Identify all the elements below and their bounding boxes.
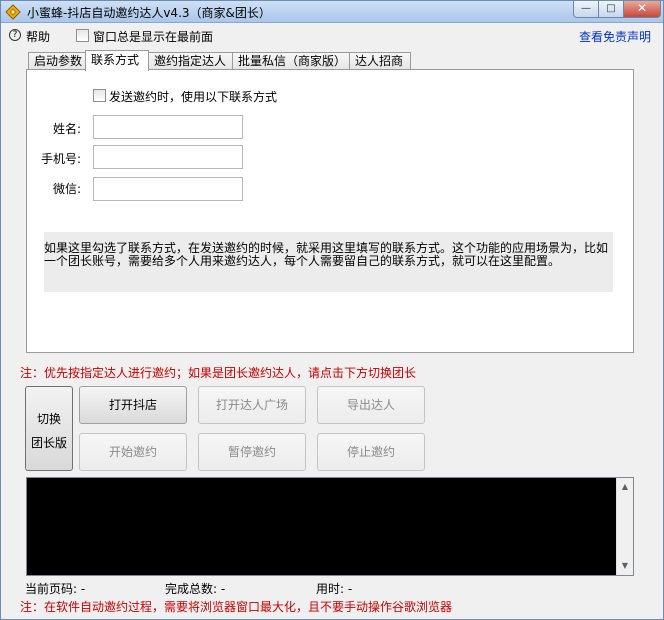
help-menu[interactable]: 帮助 (26, 28, 50, 45)
always-on-top-label[interactable]: 窗口总是显示在最前面 (93, 28, 213, 45)
open-talent-square-button[interactable]: 打开达人广场 (198, 386, 306, 424)
invite-priority-notice: 注：优先按指定达人进行邀约；如果是团长邀约达人，请点击下方切换团长 (20, 366, 417, 380)
bee-logo-icon (5, 4, 21, 20)
tab-startup-params[interactable]: 启动参数 (28, 52, 86, 70)
menu-bar: ? 帮助 窗口总是显示在最前面 查看免责声明 (7, 27, 657, 45)
name-input[interactable] (93, 115, 243, 139)
current-page-status: 当前页码: - (25, 582, 86, 596)
browser-warning-notice: 注：在软件自动邀约过程，需要将浏览器窗口最大化，且不要手动操作谷歌浏览器 (20, 600, 453, 614)
switch-line2: 团长版 (30, 436, 67, 450)
disclaimer-link[interactable]: 查看免责声明 (579, 28, 651, 45)
maximize-button[interactable]: □ (598, 1, 624, 18)
phone-input[interactable] (93, 145, 243, 169)
tab-talent-recruit[interactable]: 达人招商 (349, 52, 411, 70)
tab-invite-specific[interactable]: 邀约指定达人 (148, 52, 233, 70)
window-title: 小蜜蜂-抖店自动邀约达人v4.3（商家&团长） (27, 6, 271, 20)
use-contact-checkbox[interactable] (93, 89, 106, 102)
name-label: 姓名: (52, 122, 81, 136)
minimize-button[interactable]: — (573, 1, 599, 18)
switch-leader-button[interactable]: 切换 团长版 (25, 386, 73, 471)
pause-invite-button[interactable]: 暂停邀约 (198, 433, 306, 471)
close-button[interactable]: ✕ (623, 1, 661, 18)
title-bar[interactable]: 小蜜蜂-抖店自动邀约达人v4.3（商家&团长） — □ ✕ (1, 1, 663, 23)
total-done-status: 完成总数: - (165, 582, 226, 596)
use-contact-label[interactable]: 发送邀约时，使用以下联系方式 (109, 88, 277, 105)
start-invite-button[interactable]: 开始邀约 (79, 433, 187, 471)
scroll-up-icon[interactable]: ▲ (619, 481, 631, 493)
log-console[interactable]: ▲ ▼ (26, 477, 634, 576)
tab-bulk-message[interactable]: 批量私信（商家版） (232, 52, 350, 70)
contact-tab-panel: 发送邀约时，使用以下联系方式 姓名: 手机号: 微信: 如果这里勾选了联系方式，… (26, 69, 634, 353)
phone-label: 手机号: (40, 152, 81, 166)
elapsed-time-status: 用时: - (316, 582, 353, 596)
stop-invite-button[interactable]: 停止邀约 (317, 433, 425, 471)
export-talent-button[interactable]: 导出达人 (317, 386, 425, 424)
help-icon[interactable]: ? (9, 29, 21, 41)
log-scrollbar[interactable]: ▲ ▼ (616, 478, 633, 575)
app-window: 小蜜蜂-抖店自动邀约达人v4.3（商家&团长） — □ ✕ ? 帮助 窗口总是显… (0, 0, 664, 620)
wechat-input[interactable] (93, 177, 243, 201)
switch-line1: 切换 (36, 412, 61, 426)
contact-info-text: 如果这里勾选了联系方式，在发送邀约的时候，就采用这里填写的联系方式。这个功能的应… (44, 232, 613, 292)
open-store-button[interactable]: 打开抖店 (79, 386, 187, 424)
wechat-label: 微信: (52, 182, 81, 196)
scroll-down-icon[interactable]: ▼ (619, 560, 631, 572)
always-on-top-checkbox[interactable] (76, 29, 89, 42)
tab-contact[interactable]: 联系方式 (85, 50, 149, 71)
